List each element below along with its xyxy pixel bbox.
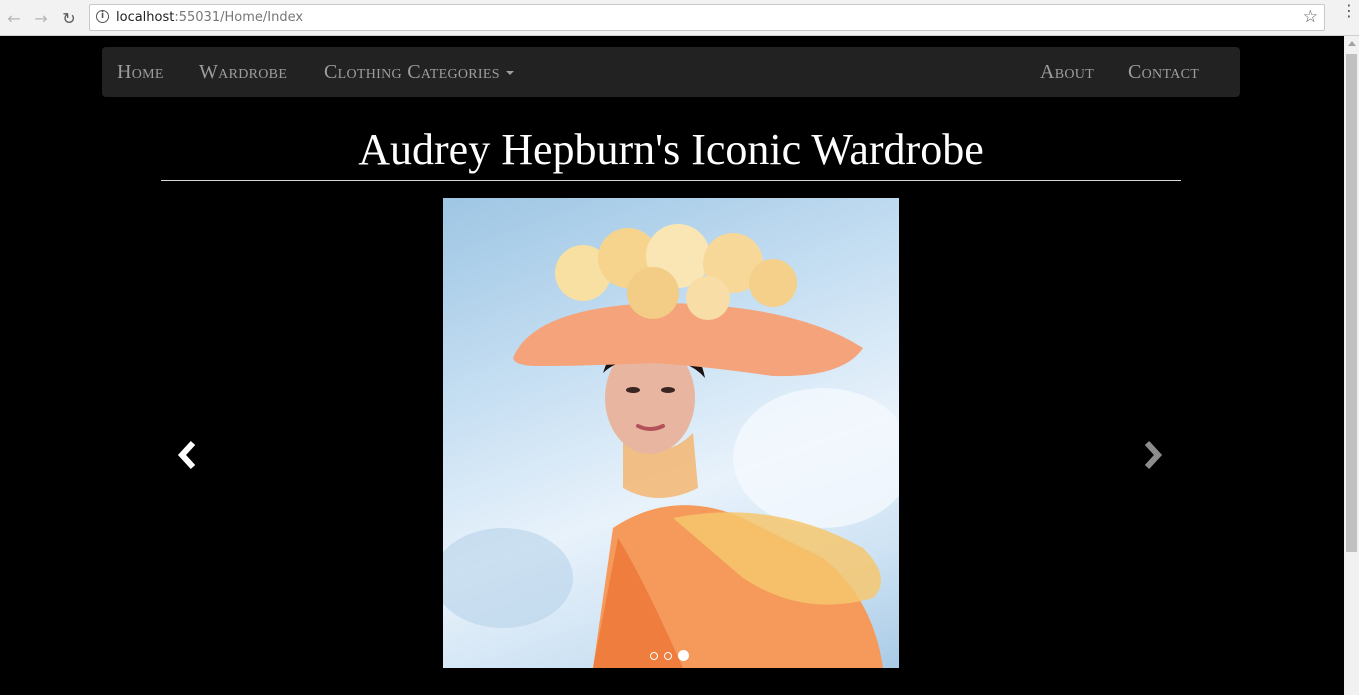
browser-toolbar: ← → ↻ i localhost:55031/Home/Index ☆ ⋮ xyxy=(0,0,1359,36)
carousel-indicator-2[interactable] xyxy=(664,651,672,660)
nav-home[interactable]: Home xyxy=(117,47,164,97)
nav-clothing-categories[interactable]: Clothing Categories xyxy=(324,47,514,97)
nav-contact[interactable]: Contact xyxy=(1128,47,1199,97)
carousel-prev-button[interactable] xyxy=(173,438,203,472)
forward-arrow-icon[interactable]: → xyxy=(31,8,51,28)
caret-down-icon xyxy=(505,71,514,76)
carousel-indicator-3[interactable] xyxy=(678,650,689,661)
browser-menu-icon[interactable]: ⋮ xyxy=(1341,3,1357,19)
scroll-up-icon[interactable] xyxy=(1348,41,1356,46)
page-content: Home Wardrobe Clothing Categories About … xyxy=(0,36,1344,695)
chevron-right-icon xyxy=(1144,440,1163,470)
info-icon[interactable]: i xyxy=(96,10,109,23)
nav-wardrobe[interactable]: Wardrobe xyxy=(199,47,287,97)
title-divider xyxy=(161,180,1181,181)
chevron-left-icon xyxy=(177,440,196,470)
portrait-photo xyxy=(443,224,899,668)
carousel-slide-image xyxy=(443,198,899,668)
page-title: Audrey Hepburn's Iconic Wardrobe xyxy=(358,125,984,174)
back-arrow-icon[interactable]: ← xyxy=(4,8,24,28)
url-host: localhost xyxy=(116,10,175,25)
nav-clothing-categories-label: Clothing Categories xyxy=(324,61,500,83)
address-bar[interactable]: i localhost:55031/Home/Index ☆ xyxy=(89,4,1325,31)
reload-icon[interactable]: ↻ xyxy=(59,8,79,28)
address-url: localhost:55031/Home/Index xyxy=(116,10,303,25)
carousel-next-button[interactable] xyxy=(1137,438,1167,472)
page-scrollbar[interactable] xyxy=(1344,36,1359,695)
image-carousel xyxy=(161,198,1181,668)
url-path: /Home/Index xyxy=(220,10,304,25)
nav-about[interactable]: About xyxy=(1040,47,1094,97)
site-navbar: Home Wardrobe Clothing Categories About … xyxy=(102,47,1240,97)
url-port: :55031 xyxy=(174,10,221,25)
scrollbar-thumb[interactable] xyxy=(1346,54,1357,552)
carousel-indicator-1[interactable] xyxy=(650,651,658,660)
star-icon[interactable]: ☆ xyxy=(1303,7,1318,27)
carousel-indicators xyxy=(650,650,689,661)
